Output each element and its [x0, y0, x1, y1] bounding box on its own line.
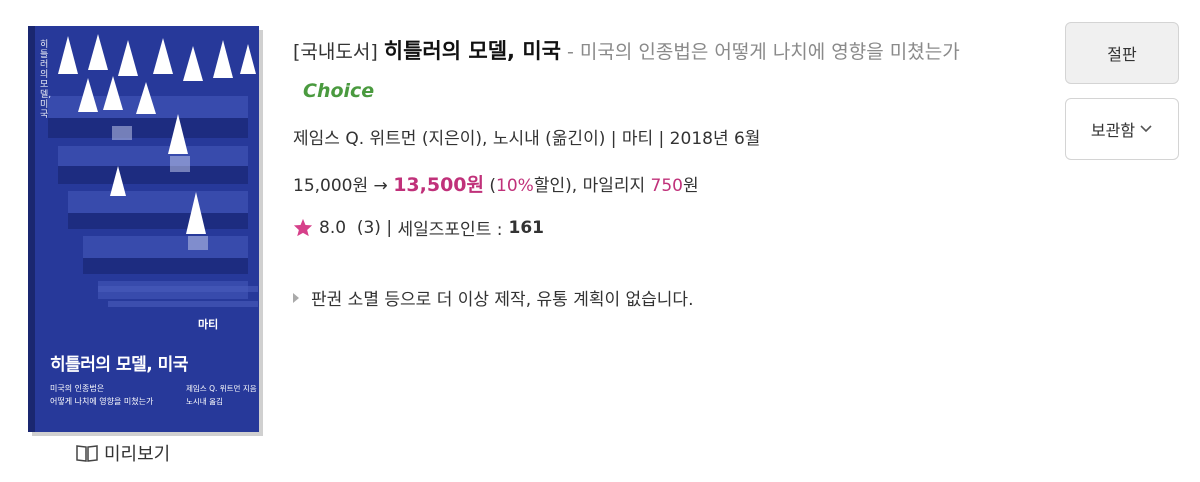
book-title-link[interactable]: 히틀러의 모델, 미국: [384, 39, 561, 63]
cover-subtitle-line2: 어떻게 나치에 영향을 미쳤는가: [50, 397, 154, 406]
title-line: [국내도서] 히틀러의 모델, 미국 - 미국의 인종법은 어떻게 나치에 영향…: [293, 32, 1033, 111]
price-line: 15,000원 → 13,500원 (10%할인), 마일리지 750원: [293, 170, 699, 197]
cover-subtitle-line1: 미국의 인종법은: [50, 384, 105, 393]
rating-separator: |: [386, 217, 393, 238]
mileage-unit: 원: [682, 176, 699, 196]
soldout-button[interactable]: 절판: [1065, 22, 1179, 84]
book-cover[interactable]: 히틀러의 모델, 미국 마티 히틀러의 모델, 미국 미국의 인종법은 어떻게 …: [28, 26, 263, 436]
cover-spine: [28, 26, 35, 432]
notice: 판권 소멸 등으로 더 이상 제작, 유통 계획이 없습니다.: [293, 285, 693, 310]
cover-author-line1: 제임스 Q. 위트먼 지음: [186, 384, 257, 393]
soldout-label: 절판: [1107, 45, 1137, 64]
review-count[interactable]: (3): [357, 218, 381, 238]
save-label: 보관함: [1090, 121, 1136, 140]
cover-authors: 제임스 Q. 위트먼 지음 노시내 옮김: [186, 382, 257, 408]
original-price: 15,000원: [293, 176, 369, 196]
sales-point-label: 세일즈포인트 :: [397, 220, 503, 240]
cover-spine-text: 히틀러의 모델, 미국: [40, 40, 52, 120]
discount-percent: 10%: [496, 176, 534, 196]
book-subtitle: - 미국의 인종법은 어떻게 나치에 영향을 미쳤는가: [567, 41, 960, 63]
rating-line: 8.0 (3) | 세일즈포인트 : 161: [293, 215, 544, 240]
sales-point-value: 161: [508, 217, 544, 238]
price-arrow: →: [373, 176, 388, 196]
sale-price: 13,500원: [393, 174, 484, 196]
mileage-value: 750: [650, 176, 683, 196]
discount-close: 할인), 마일리지: [533, 176, 651, 196]
notice-arrow-icon: [293, 292, 299, 303]
choice-badge: Choice: [303, 80, 375, 102]
chevron-down-icon: [1140, 125, 1152, 133]
cover-image[interactable]: 히틀러의 모델, 미국 마티 히틀러의 모델, 미국 미국의 인종법은 어떻게 …: [28, 26, 259, 432]
cover-title: 히틀러의 모델, 미국: [50, 355, 188, 375]
save-to-wishlist-button[interactable]: 보관함: [1065, 98, 1179, 160]
notice-text: 판권 소멸 등으로 더 이상 제작, 유통 계획이 없습니다.: [311, 290, 694, 310]
cover-publisher: 마티: [198, 318, 219, 331]
author-publisher-line[interactable]: 제임스 Q. 위트먼 (지은이), 노시내 (옮긴이) | 마티 | 2018년…: [293, 124, 760, 149]
star-icon: [293, 218, 313, 237]
book-open-icon: [76, 445, 98, 462]
preview-label: 미리보기: [104, 444, 171, 465]
preview-button[interactable]: 미리보기: [76, 440, 170, 466]
cover-author-line2: 노시내 옮김: [186, 397, 223, 406]
cover-subtitle: 미국의 인종법은 어떻게 나치에 영향을 미쳤는가: [50, 382, 200, 408]
category-label: [국내도서]: [293, 41, 378, 63]
rating-score: 8.0: [319, 217, 347, 238]
